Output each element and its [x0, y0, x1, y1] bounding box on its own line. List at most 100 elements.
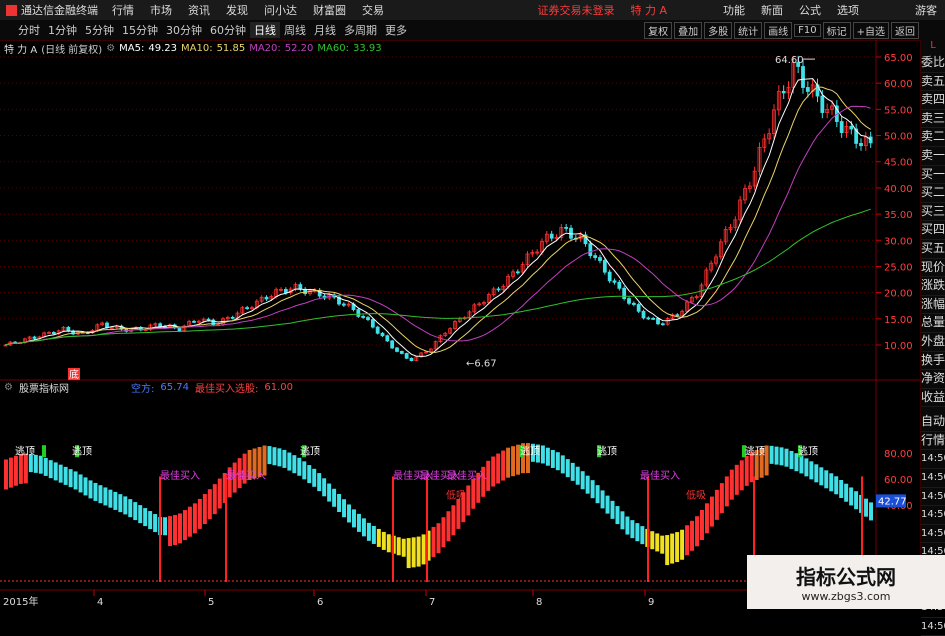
add-watchlist-button[interactable]: +自选 [852, 21, 889, 39]
multi-stock-button[interactable]: 多股 [704, 21, 733, 39]
price-tick-label: 35.00 [884, 210, 913, 221]
indicator-bar [829, 473, 834, 492]
indicator-bar [714, 489, 719, 520]
indicator-bar [675, 532, 680, 563]
indicator-bar [471, 478, 476, 509]
sidebar-item-8[interactable]: 买三 [921, 203, 945, 222]
indicator-bar [98, 485, 103, 504]
menu-new-page[interactable]: 新面 [753, 2, 791, 18]
indicator-bar [739, 460, 744, 491]
indicator-bar [83, 477, 88, 496]
indicator-bar [411, 537, 416, 568]
indicator-bar [570, 462, 575, 481]
menu-formula[interactable]: 公式 [791, 2, 829, 18]
candle-body [496, 288, 501, 291]
period-60min[interactable]: 60分钟 [206, 22, 250, 38]
sidebar-item-0[interactable]: 委比 [921, 54, 945, 73]
sidebar-item-9[interactable]: 买四 [921, 221, 945, 240]
kline-chart-area[interactable]: 64.60 ←6.67 底 逃顶 逃顶 逃顶 逃顶 逃顶 逃顶 逃顶最佳买入 最佳买入 最佳买入 最佳… [0, 40, 921, 609]
sidebar-item-11[interactable]: 现价 [921, 259, 945, 278]
candle-body [395, 347, 399, 352]
mark-button[interactable]: 标记 [822, 21, 851, 39]
menu-options[interactable]: 选项 [829, 2, 867, 18]
stats-button[interactable]: 统计 [734, 21, 763, 39]
sidebar-bottom-0[interactable]: 自动 [921, 413, 945, 432]
sidebar-item-2[interactable]: 卖四 [921, 91, 945, 110]
indicator-bar [506, 447, 511, 478]
candle-body [839, 121, 844, 133]
indicator-bar [501, 450, 506, 481]
period-5min[interactable]: 5分钟 [81, 22, 118, 38]
menu-trade[interactable]: 交易 [354, 2, 392, 18]
indicator-bar [605, 495, 610, 514]
indicator-tick-label: 80.00 [884, 449, 913, 460]
price-tick-label: 45.00 [884, 158, 913, 169]
f10-button[interactable]: F10 [794, 23, 821, 37]
sidebar-item-16[interactable]: 换手 [921, 352, 945, 371]
period-daily[interactable]: 日线 [250, 22, 280, 38]
indicator-bar [401, 538, 406, 557]
period-timeshare[interactable]: 分时 [14, 22, 44, 38]
sidebar-item-5[interactable]: 卖一 [921, 147, 945, 166]
period-multi[interactable]: 多周期 [340, 22, 381, 38]
period-30min[interactable]: 30分钟 [162, 22, 206, 38]
candle-body [868, 136, 873, 144]
indicator-bar [282, 449, 287, 468]
menu-market[interactable]: 市场 [142, 2, 180, 18]
candle-body [627, 298, 631, 304]
month-label: 8 [536, 597, 542, 608]
candle-body [859, 143, 863, 147]
indicator-bar [630, 520, 635, 539]
menu-function[interactable]: 功能 [715, 2, 753, 18]
sidebar-item-6[interactable]: 买一 [921, 166, 945, 185]
indicator-bar [148, 511, 153, 530]
candle-body [549, 233, 554, 239]
sidebar-item-13[interactable]: 涨幅 [921, 296, 945, 315]
sidebar-time-0: 14:50 [921, 450, 945, 470]
menu-news[interactable]: 资讯 [180, 2, 218, 18]
menu-quotes[interactable]: 行情 [104, 2, 142, 18]
sidebar-item-3[interactable]: 卖三 [921, 110, 945, 129]
back-button[interactable]: 返回 [891, 21, 919, 39]
indicator-bar [33, 454, 38, 473]
sidebar-item-14[interactable]: 总量 [921, 314, 945, 333]
period-more[interactable]: 更多 [381, 22, 411, 38]
candle-body [569, 227, 573, 239]
candle-body [607, 271, 612, 282]
menu-ask[interactable]: 问小达 [256, 2, 305, 18]
draw-button[interactable]: 画线 [764, 21, 793, 39]
period-1min[interactable]: 1分钟 [44, 22, 81, 38]
sidebar-item-18[interactable]: 收益 [921, 389, 945, 408]
indicator-bar [680, 529, 685, 560]
menu-discover[interactable]: 发现 [218, 2, 256, 18]
menu-wealth[interactable]: 财富圈 [305, 2, 354, 18]
sidebar-item-7[interactable]: 买二 [921, 184, 945, 203]
price-tick-label: 15.00 [884, 315, 913, 326]
price-tick-label: 65.00 [884, 53, 913, 64]
indicator-bar [277, 448, 282, 467]
sidebar-bottom-1[interactable]: 行情 [921, 432, 945, 451]
sidebar-item-1[interactable]: 卖五 [921, 73, 945, 92]
sidebar-item-12[interactable]: 涨跌 [921, 277, 945, 296]
month-label: 4 [97, 597, 103, 608]
indicator-bar [784, 448, 789, 467]
guest-button[interactable]: 游客 [907, 2, 945, 18]
adjust-button[interactable]: 复权 [644, 21, 673, 39]
period-15min[interactable]: 15分钟 [118, 22, 162, 38]
sidebar-item-17[interactable]: 净资 [921, 370, 945, 389]
best-buy-text: 最佳买入 [447, 469, 487, 482]
period-weekly[interactable]: 周线 [280, 22, 310, 38]
sidebar-item-4[interactable]: 卖二 [921, 128, 945, 147]
candle-body [805, 87, 810, 92]
period-toolbar: 分时 1分钟 5分钟 15分钟 30分钟 60分钟 日线 周线 月线 多周期 更… [0, 20, 945, 41]
escape-top-text: 逃顶 [72, 444, 92, 457]
indicator-bar [212, 484, 217, 515]
sidebar-item-15[interactable]: 外盘 [921, 333, 945, 352]
indicator-bar [38, 455, 43, 474]
period-monthly[interactable]: 月线 [310, 22, 340, 38]
sidebar-item-10[interactable]: 买五 [921, 240, 945, 259]
overlay-button[interactable]: 叠加 [674, 21, 703, 39]
candle-body [675, 314, 680, 317]
candle-body [404, 353, 409, 359]
indicator-bar [113, 491, 118, 510]
